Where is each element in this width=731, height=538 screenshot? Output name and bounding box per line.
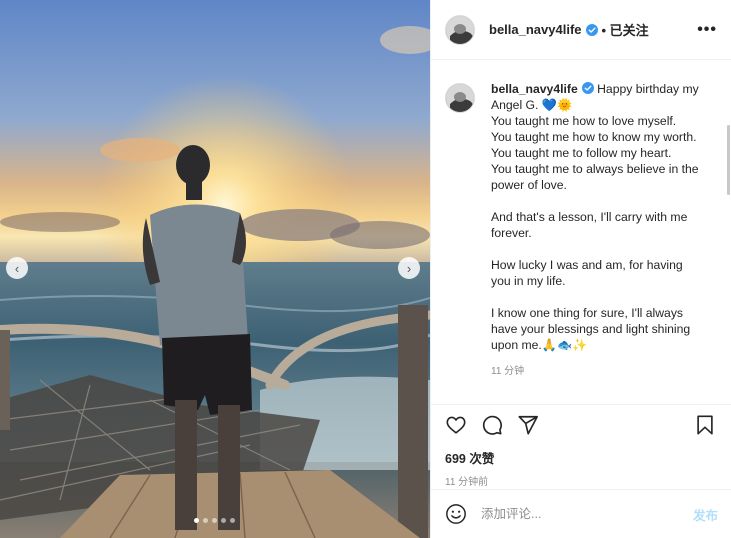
avatar[interactable] (445, 14, 475, 45)
comment-button[interactable] (481, 414, 505, 438)
carousel-dot (203, 518, 208, 523)
save-button[interactable] (694, 414, 718, 438)
carousel-dot (230, 518, 235, 523)
like-button[interactable] (445, 414, 469, 438)
caption-username[interactable]: bella_navy4life (491, 82, 578, 96)
caption-row: bella_navy4life Happy birthday my Angel … (445, 81, 716, 380)
caption-section: bella_navy4life Happy birthday my Angel … (431, 61, 731, 404)
caption-timestamp: 11 分钟 (491, 366, 525, 377)
bookmark-icon (697, 415, 713, 435)
more-options-icon[interactable]: ••• (697, 21, 717, 39)
action-bar (445, 413, 718, 439)
comment-input[interactable] (481, 507, 671, 521)
header-username[interactable]: bella_navy4life (489, 22, 582, 37)
paper-plane-icon (518, 415, 538, 435)
carousel-next-button[interactable]: › (398, 257, 420, 279)
caption-paragraph: You taught me how to love myself. You ta… (491, 114, 699, 192)
emoji-smiley-icon[interactable] (445, 503, 467, 525)
carousel-prev-button[interactable]: ‹ (6, 257, 28, 279)
carousel-indicator (194, 518, 235, 523)
share-button[interactable] (517, 414, 541, 438)
heart-icon (446, 416, 466, 434)
caption-paragraph: How lucky I was and am, for having you i… (491, 258, 687, 288)
caption-paragraph: And that's a lesson, I'll carry with me … (491, 210, 691, 240)
carousel-dot (212, 518, 217, 523)
verified-badge-icon (581, 82, 594, 94)
post-side-panel: bella_navy4life • 已关注 ••• bella_navy4lif… (430, 0, 731, 538)
caption-body: bella_navy4life Happy birthday my Angel … (491, 81, 705, 380)
post-actions: 699 次赞 11 分钟前 (431, 404, 731, 488)
carousel-dot (221, 518, 226, 523)
caption-scrollbar[interactable] (727, 125, 730, 195)
post-header: bella_navy4life • 已关注 ••• (431, 0, 731, 60)
following-status[interactable]: • 已关注 (602, 20, 649, 39)
avatar[interactable] (445, 83, 475, 113)
post-comment-button[interactable]: 发布 (693, 505, 718, 524)
avatar-image (446, 84, 474, 112)
carousel-dot (194, 518, 199, 523)
caption-text: bella_navy4life Happy birthday my Angel … (491, 81, 705, 353)
verified-badge-icon (585, 23, 598, 36)
avatar-image (446, 15, 474, 44)
comment-bar: 发布 (431, 489, 731, 538)
comment-bubble-icon (482, 415, 502, 435)
like-count[interactable]: 699 次赞 (445, 448, 718, 467)
post-timestamp[interactable]: 11 分钟前 (445, 473, 718, 488)
caption-paragraph: I know one thing for sure, I'll always h… (491, 306, 694, 352)
sunset-beach-image (0, 0, 430, 538)
post-photo: ‹ › (0, 0, 430, 538)
